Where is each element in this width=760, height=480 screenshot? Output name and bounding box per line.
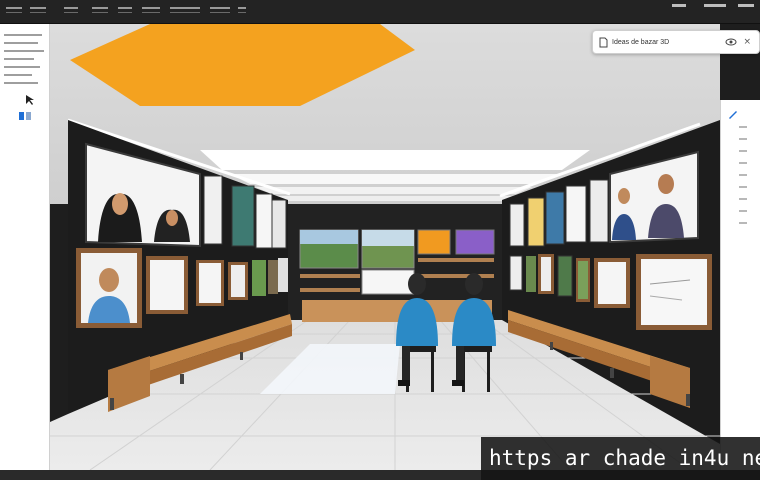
window-control-3[interactable] <box>738 4 754 7</box>
orange-panel[interactable] <box>417 229 451 255</box>
wall-picture[interactable] <box>255 193 273 249</box>
menu-item-9[interactable] <box>238 7 246 13</box>
wall-picture[interactable] <box>557 255 573 297</box>
wall-picture[interactable] <box>509 255 523 291</box>
panel-row[interactable] <box>739 138 747 140</box>
menu-item-8[interactable] <box>210 7 230 13</box>
panel-row[interactable] <box>4 58 34 60</box>
close-icon[interactable]: × <box>743 37 751 47</box>
panel-row[interactable] <box>739 210 747 212</box>
panel-row[interactable] <box>4 50 44 52</box>
wall-picture[interactable] <box>509 203 525 247</box>
panel-row[interactable] <box>739 174 747 176</box>
panel-row[interactable] <box>739 222 747 224</box>
scene-viewport[interactable] <box>50 24 720 470</box>
document-tab[interactable]: Ideas de bazar 3D × <box>592 30 760 54</box>
panel-row[interactable] <box>4 42 38 44</box>
panel-row[interactable] <box>739 162 747 164</box>
panel-row[interactable] <box>739 198 747 200</box>
wall-picture[interactable] <box>565 185 587 243</box>
wall-picture[interactable] <box>527 197 545 247</box>
display-screen[interactable] <box>361 269 415 295</box>
wall-picture[interactable] <box>526 256 536 292</box>
panel-row[interactable] <box>739 126 747 128</box>
wall-picture[interactable] <box>545 191 565 245</box>
file-icon <box>599 37 608 47</box>
left-tool-panel <box>0 24 50 470</box>
panel-row[interactable] <box>4 34 42 36</box>
wall-picture[interactable] <box>252 260 266 296</box>
menu-item-6[interactable] <box>142 7 160 13</box>
menu-item-2[interactable] <box>30 7 46 13</box>
pen-icon[interactable] <box>18 110 32 122</box>
purple-panel[interactable] <box>455 229 495 255</box>
right-properties-panel <box>720 100 760 470</box>
gallery-render <box>50 24 720 470</box>
select-arrow-icon[interactable] <box>24 94 36 106</box>
wall-picture[interactable] <box>589 179 609 243</box>
wall-picture[interactable] <box>278 258 288 292</box>
watermark-text: https ar chade in4u net <box>481 437 760 480</box>
menu-item-7[interactable] <box>170 7 200 13</box>
panel-row[interactable] <box>4 66 40 68</box>
eye-icon[interactable] <box>725 37 737 47</box>
menu-item-3[interactable] <box>64 7 78 13</box>
menu-bar <box>0 0 760 24</box>
wall-picture[interactable] <box>268 260 278 294</box>
editor-window: Ideas de bazar 3D × https ar chade in4u … <box>0 0 760 480</box>
panel-row[interactable] <box>4 74 32 76</box>
menu-item-1[interactable] <box>6 7 22 13</box>
pen-icon[interactable] <box>727 108 739 120</box>
panel-row[interactable] <box>4 82 38 84</box>
window-control-2[interactable] <box>704 4 726 7</box>
menu-item-4[interactable] <box>92 7 108 13</box>
window-control-1[interactable] <box>672 4 686 7</box>
menu-item-5[interactable] <box>118 7 132 13</box>
wall-picture[interactable] <box>231 185 255 247</box>
document-title: Ideas de bazar 3D <box>612 38 670 46</box>
wall-picture[interactable] <box>203 175 223 245</box>
wall-picture[interactable] <box>271 199 287 249</box>
panel-row[interactable] <box>739 186 747 188</box>
panel-row[interactable] <box>739 150 747 152</box>
